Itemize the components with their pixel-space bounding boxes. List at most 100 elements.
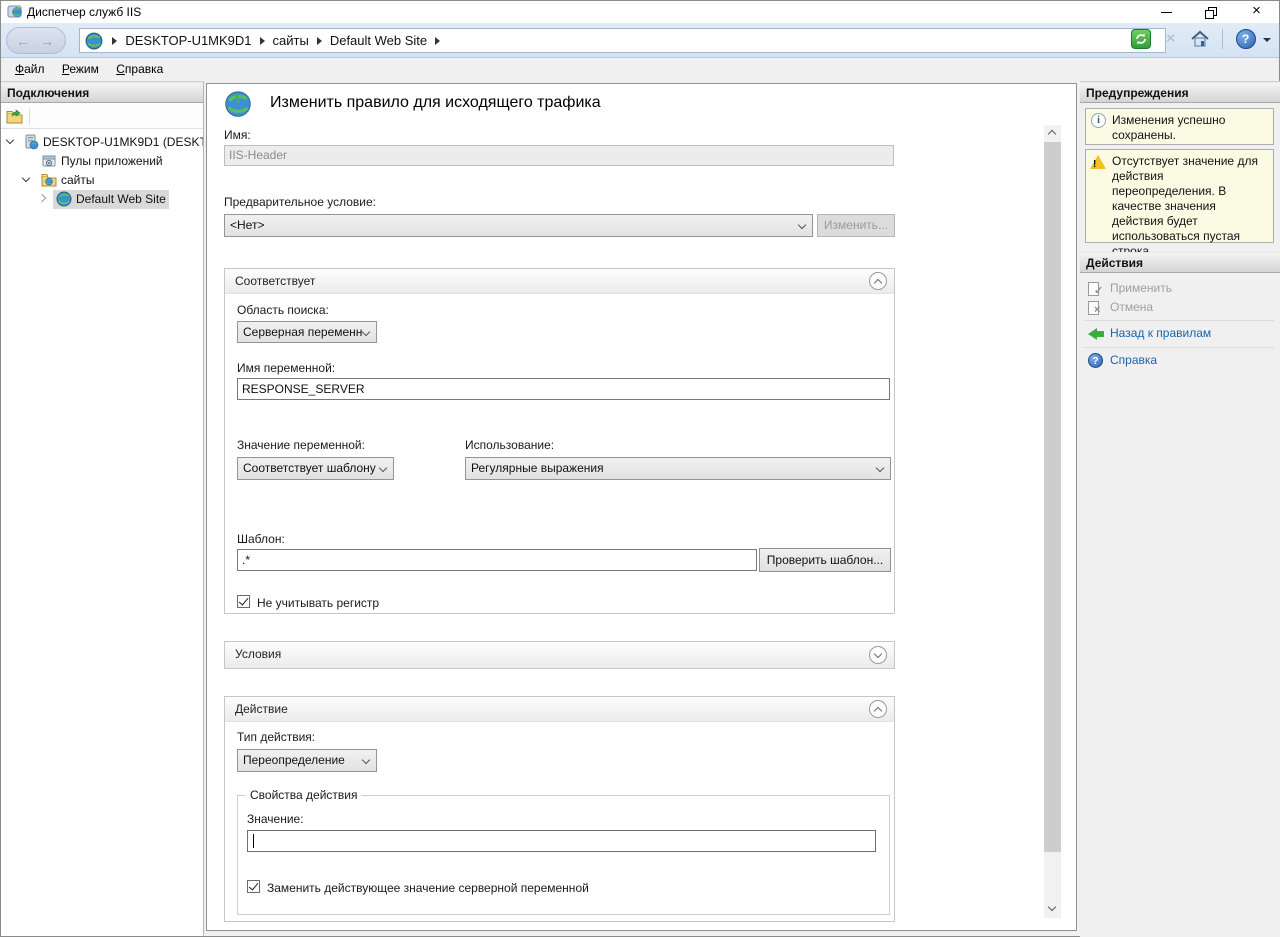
breadcrumb[interactable]: DESKTOP-U1MK9D1 сайты Default Web Site	[79, 28, 1166, 53]
action-type-label: Тип действия:	[237, 730, 315, 744]
variable-value-select[interactable]: Соответствует шаблону	[237, 457, 394, 480]
action-properties-legend: Свойства действия	[246, 788, 361, 802]
chevron-down-icon	[798, 221, 806, 229]
breadcrumb-server[interactable]: DESKTOP-U1MK9D1	[123, 29, 253, 52]
name-input: IIS-Header	[224, 145, 894, 166]
tree-item-app-pools[interactable]: Пулы приложений	[1, 152, 203, 171]
chevron-down-icon	[1048, 903, 1056, 911]
help-icon: ?	[1236, 29, 1256, 49]
apply-action: ✓ Применить	[1086, 280, 1276, 298]
close-icon: ×	[1252, 2, 1261, 19]
chevron-down-icon	[362, 756, 370, 764]
conditions-section: Условия	[224, 641, 895, 669]
variable-value-label: Значение переменной:	[237, 438, 365, 452]
precondition-label: Предварительное условие:	[224, 195, 376, 209]
actions-header: Действия	[1080, 252, 1280, 273]
help-dropdown-caret[interactable]	[1263, 38, 1271, 42]
match-section: Соответствует Область поиска: Серверная …	[224, 268, 895, 614]
close-button[interactable]: ×	[1234, 1, 1279, 23]
chevron-up-icon	[874, 279, 882, 287]
stop-button: ×	[1160, 28, 1182, 50]
expand-conditions-button[interactable]	[869, 646, 887, 664]
tree-item-sites[interactable]: сайты	[1, 171, 203, 190]
actions-separator	[1084, 320, 1274, 321]
collapse-match-button[interactable]	[869, 272, 887, 290]
pattern-label: Шаблон:	[237, 532, 285, 546]
app-icon	[7, 4, 23, 20]
variable-name-input[interactable]: RESPONSE_SERVER	[237, 378, 890, 400]
back-arrow-icon	[1088, 328, 1097, 340]
edit-outbound-rule-page: Изменить правило для исходящего трафика …	[206, 83, 1077, 931]
collapse-action-button[interactable]	[869, 700, 887, 718]
stop-icon: ×	[1160, 28, 1182, 50]
tree-item-app-pools-label: Пулы приложений	[61, 154, 163, 168]
action-type-select[interactable]: Переопределение	[237, 749, 377, 772]
create-connection-icon[interactable]	[6, 108, 24, 126]
back-icon[interactable]: ←	[16, 33, 30, 49]
help-action[interactable]: ? Справка	[1086, 352, 1276, 370]
name-label: Имя:	[224, 128, 251, 142]
scrollbar-thumb[interactable]	[1044, 142, 1061, 852]
menu-view[interactable]: Режим	[62, 62, 99, 76]
home-button[interactable]	[1189, 28, 1211, 50]
replace-value-label: Заменить действующее значение серверной …	[267, 881, 589, 895]
minimize-button[interactable]	[1144, 1, 1189, 23]
main-scrollbar[interactable]	[1044, 125, 1061, 918]
chevron-right-icon[interactable]	[38, 194, 46, 202]
connections-panel: Подключения DESKTOP-U1MK9D1 (DESKTO	[1, 81, 204, 936]
iis-manager-window: Диспетчер служб IIS × ← → DESKTOP-U1MK9D…	[0, 0, 1280, 937]
scroll-down-button[interactable]	[1044, 901, 1061, 918]
chevron-down-icon[interactable]	[6, 136, 14, 144]
test-pattern-button[interactable]: Проверить шаблон...	[759, 548, 891, 572]
match-section-header: Соответствует	[225, 269, 894, 294]
variable-name-label: Имя переменной:	[237, 361, 335, 375]
chevron-up-icon	[1048, 130, 1056, 138]
scope-label: Область поиска:	[237, 303, 329, 317]
alerts-header: Предупреждения	[1080, 82, 1280, 103]
forward-icon[interactable]: →	[40, 33, 54, 49]
tree-item-default-web-site[interactable]: Default Web Site	[1, 190, 203, 209]
precondition-select[interactable]: <Нет>	[224, 214, 813, 237]
chevron-down-icon[interactable]	[22, 174, 30, 182]
page-title: Изменить правило для исходящего трафика	[270, 94, 601, 112]
cancel-action: × Отмена	[1086, 299, 1276, 317]
tree-item-sites-label: сайты	[61, 173, 95, 187]
menu-file[interactable]: Файл	[15, 62, 45, 76]
edit-precondition-button: Изменить...	[817, 214, 895, 237]
ignore-case-checkbox[interactable]	[237, 595, 250, 608]
back-to-rules-label: Назад к правилам	[1110, 325, 1211, 342]
breadcrumb-default-web-site[interactable]: Default Web Site	[328, 29, 429, 52]
restart-button[interactable]	[1130, 28, 1152, 50]
help-button[interactable]: ?	[1235, 28, 1257, 50]
replace-value-checkbox[interactable]	[247, 880, 260, 893]
back-to-rules-action[interactable]: Назад к правилам	[1086, 325, 1276, 343]
apply-label: Применить	[1110, 280, 1172, 297]
using-select[interactable]: Регулярные выражения	[465, 457, 891, 480]
action-value-input[interactable]	[247, 830, 876, 852]
pattern-input[interactable]: .*	[237, 549, 757, 571]
home-icon	[1189, 28, 1211, 50]
action-value-label: Значение:	[247, 812, 304, 826]
scroll-up-button[interactable]	[1044, 125, 1061, 142]
connections-header: Подключения	[1, 82, 203, 103]
tree-item-server-label: DESKTOP-U1MK9D1 (DESKTO	[43, 135, 203, 149]
restore-button[interactable]	[1189, 1, 1234, 23]
menu-bar: Файл Режим Справка	[1, 58, 1279, 81]
site-globe-icon	[56, 191, 72, 207]
scope-select[interactable]: Серверная переменн	[237, 321, 377, 343]
breadcrumb-sites[interactable]: сайты	[271, 29, 311, 52]
info-alert-text: Изменения успешно сохранены.	[1112, 113, 1225, 142]
actions-panel: Предупреждения i Изменения успешно сохра…	[1080, 81, 1280, 937]
action-section: Действие Тип действия: Переопределение С…	[224, 696, 895, 922]
server-icon	[23, 134, 39, 150]
menu-help[interactable]: Справка	[116, 62, 163, 76]
page-globe-icon	[224, 90, 252, 118]
globe-icon	[85, 32, 103, 50]
chevron-down-icon	[876, 464, 884, 472]
using-label: Использование:	[465, 438, 554, 452]
tree-item-server[interactable]: DESKTOP-U1MK9D1 (DESKTO	[1, 133, 203, 152]
chevron-down-icon	[379, 464, 387, 472]
cancel-label: Отмена	[1110, 299, 1153, 316]
window-title: Диспетчер служб IIS	[27, 5, 141, 19]
chevron-up-icon	[874, 707, 882, 715]
